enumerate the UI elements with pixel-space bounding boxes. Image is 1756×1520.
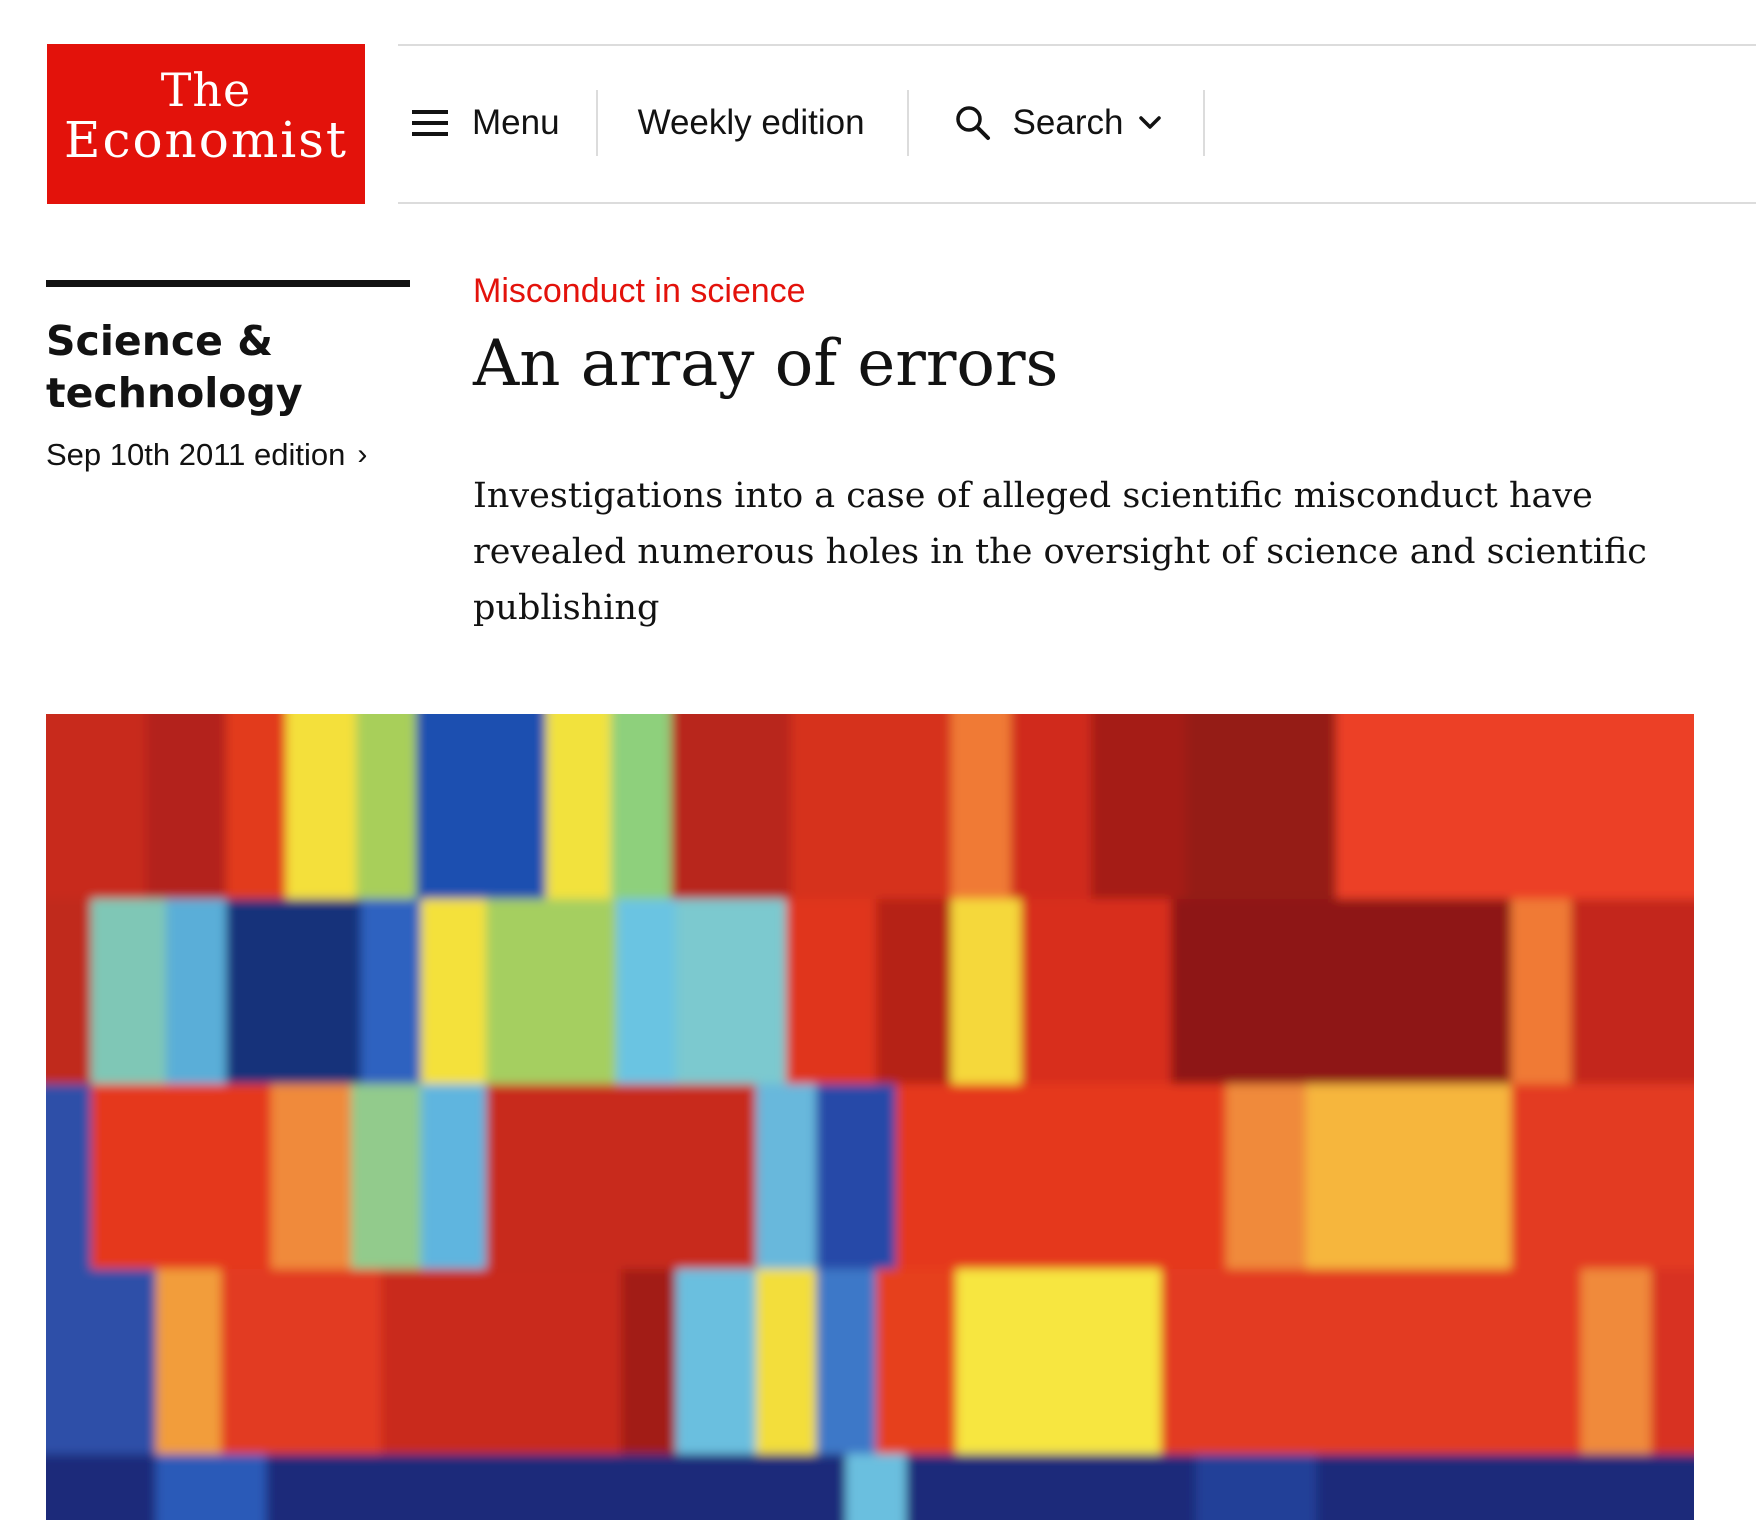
- section-title-line-2: technology: [46, 369, 303, 417]
- search-icon: [955, 106, 990, 140]
- economist-logo[interactable]: The Economist: [47, 44, 365, 204]
- weekly-edition-label: Weekly edition: [637, 103, 865, 142]
- search-button[interactable]: Search: [909, 90, 1204, 156]
- weekly-edition-link[interactable]: Weekly edition: [598, 90, 907, 156]
- menu-label: Menu: [472, 103, 560, 142]
- article-rubric: Investigations into a case of alleged sc…: [473, 476, 1647, 628]
- main-nav: Menu Weekly edition Search: [398, 90, 1206, 156]
- nav-divider: [1203, 90, 1206, 156]
- edition-label: Sep 10th 2011 edition: [46, 437, 346, 472]
- section-title-line-1: Science &: [46, 317, 274, 365]
- menu-button[interactable]: Menu: [398, 90, 596, 156]
- section-rule: [46, 280, 410, 287]
- edition-link[interactable]: Sep 10th 2011 edition ›: [46, 437, 410, 473]
- chevron-right-icon: ›: [357, 438, 368, 471]
- article-headline: An array of errors: [473, 327, 1059, 401]
- header-bottom-rule: [398, 202, 1756, 204]
- header-top-rule: [398, 44, 1756, 46]
- hero-image: [46, 714, 1694, 1520]
- chevron-down-icon: [1139, 116, 1162, 129]
- hamburger-icon: [412, 110, 448, 136]
- logo-line-1: The: [160, 63, 252, 117]
- section-title[interactable]: Science & technology: [46, 315, 410, 419]
- article-header: Misconduct in science An array of errors…: [473, 268, 1713, 671]
- article-flytitle: Misconduct in science: [473, 272, 806, 310]
- microarray-heatmap-image: [46, 714, 1694, 1520]
- section-sidebar: Science & technology Sep 10th 2011 editi…: [46, 280, 410, 473]
- logo-line-2: Economist: [63, 111, 349, 169]
- search-label: Search: [1012, 103, 1124, 142]
